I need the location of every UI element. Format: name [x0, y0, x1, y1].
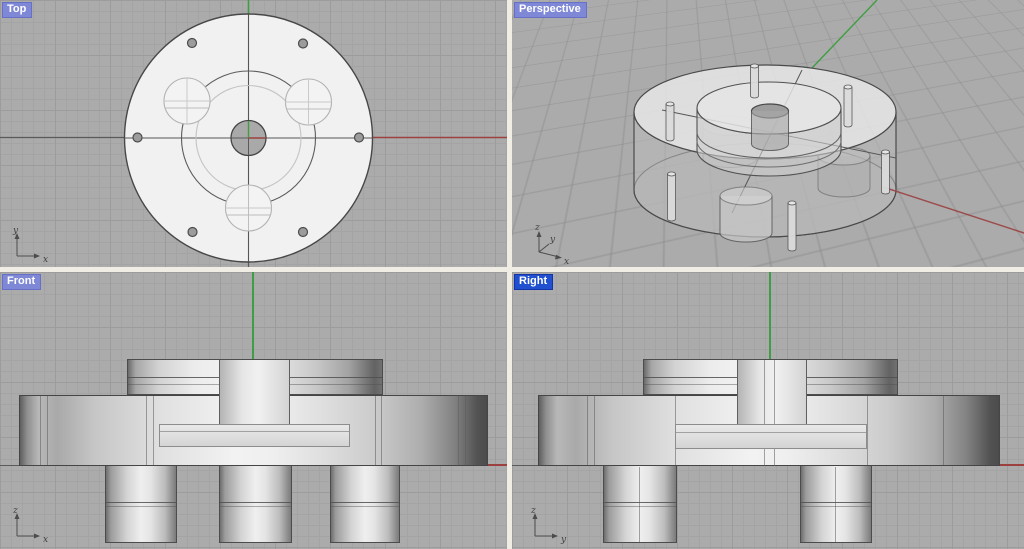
perspective-view-model — [512, 0, 1024, 267]
top-axis-indicator: y x — [8, 224, 58, 264]
perspective-axis-indicator: z y x — [526, 222, 580, 266]
leg-cylinder — [603, 466, 677, 543]
front-axis-indicator: z x — [8, 504, 58, 544]
viewport-right[interactable]: Right z y — [512, 272, 1024, 549]
viewport-perspective[interactable]: Perspective z y x — [512, 0, 1024, 267]
viewport-top-label[interactable]: Top — [2, 2, 32, 18]
center-bore-cylinder — [737, 360, 807, 424]
axis-letter-diagonal: y — [549, 235, 556, 245]
viewport-front[interactable]: Front z x — [0, 272, 507, 549]
mid-tier-ghost — [159, 424, 350, 447]
viewport-front-label[interactable]: Front — [2, 274, 41, 290]
leg-cylinder — [105, 466, 177, 543]
top-view-model — [0, 0, 507, 267]
axis-letter-vertical: z — [530, 506, 536, 516]
axis-letter-horizontal: y — [560, 535, 567, 544]
axis-letter-horizontal: x — [43, 535, 48, 544]
axis-letter-horizontal: x — [564, 257, 569, 266]
leg-cylinder — [219, 466, 292, 543]
axis-letter-vertical: z — [534, 223, 540, 233]
right-axis-indicator: z y — [526, 504, 576, 544]
axis-letter-vertical: y — [12, 226, 19, 236]
axis-letter-horizontal: x — [43, 255, 48, 264]
viewport-right-label[interactable]: Right — [514, 274, 553, 290]
axis-letter-vertical: z — [12, 506, 18, 516]
viewport-perspective-label[interactable]: Perspective — [514, 2, 587, 18]
viewport-top[interactable]: Top y x — [0, 0, 507, 267]
center-bore-cylinder — [219, 360, 290, 424]
cad-viewport-grid: Top y x Perspective z y x Front z x Righ… — [0, 0, 1024, 549]
leg-cylinder — [330, 466, 400, 543]
mid-tier-ghost — [675, 424, 867, 449]
leg-cylinder — [800, 466, 872, 543]
